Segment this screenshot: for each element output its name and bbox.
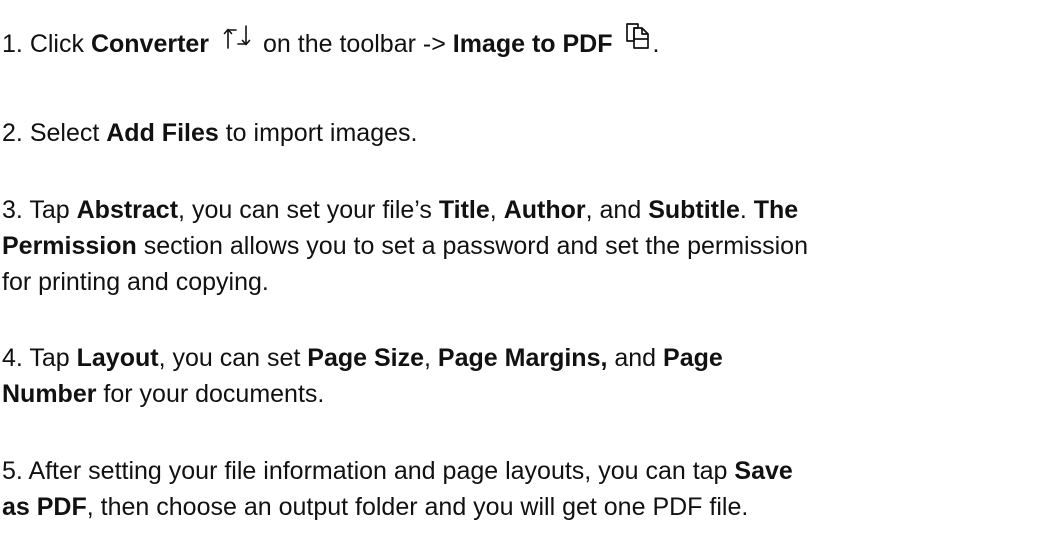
step-text: to import images. (225, 119, 418, 147)
step-4: 4. Tap Layout, you can set Page Size, Pa… (2, 340, 1042, 412)
step-text: , you can set your file’s (178, 196, 432, 224)
converter-label: Converter (90, 30, 210, 58)
page-number-label: Number (2, 380, 97, 408)
step-text: . (652, 30, 660, 58)
image-to-pdf-icon (625, 22, 651, 50)
step-number: 4. (2, 344, 23, 372)
step-number: 2. (2, 119, 23, 147)
author-label: Author (503, 196, 586, 224)
step-text: for your documents. (103, 380, 325, 408)
step-text: , and (585, 196, 642, 224)
step-text: Click (29, 30, 84, 58)
step-text: , you can set (158, 344, 301, 372)
step-text: After setting your file information and … (28, 457, 728, 485)
step-2: 2. Select Add Files to import images. (2, 115, 1042, 151)
step-text: Select (29, 119, 100, 147)
save-as-pdf-label: as PDF (2, 493, 87, 521)
step-text: for printing and copying. (2, 268, 269, 296)
step-1: 1. Click Converter on the toolbar -> Imag… (2, 23, 1042, 62)
add-files-label: Add Files (106, 119, 219, 147)
converter-icon (223, 24, 251, 50)
permission-label-start: The (753, 196, 799, 224)
step-text: Tap (29, 344, 70, 372)
layout-label: Layout (76, 344, 159, 372)
subtitle-label: Subtitle (648, 196, 740, 224)
page-number-label-start: Page (663, 344, 723, 372)
title-label: Title (438, 196, 490, 224)
step-number: 5. (2, 457, 23, 485)
image-to-pdf-label: Image to PDF (452, 30, 613, 58)
step-number: 1. (2, 30, 23, 58)
page-margins-label: Page Margins, (437, 344, 608, 372)
instructions-document: 1. Click Converter on the toolbar -> Imag… (0, 0, 1045, 533)
step-number: 3. (2, 196, 23, 224)
step-text: , (424, 344, 431, 372)
save-label: Save (734, 457, 793, 485)
step-text: section allows you to set a password and… (143, 232, 808, 260)
step-3: 3. Tap Abstract, you can set your file’s… (2, 192, 1042, 300)
step-text: , then choose an output folder and you w… (86, 493, 749, 521)
step-text: , (489, 196, 497, 224)
step-text: on the toolbar -> (263, 30, 446, 58)
step-text: and (614, 344, 657, 372)
permission-label: Permission (2, 232, 137, 260)
page-size-label: Page Size (307, 344, 425, 372)
step-text: Tap (29, 196, 70, 224)
abstract-label: Abstract (76, 196, 179, 224)
step-5: 5. After setting your file information a… (2, 453, 1042, 525)
step-text: . (739, 196, 747, 224)
